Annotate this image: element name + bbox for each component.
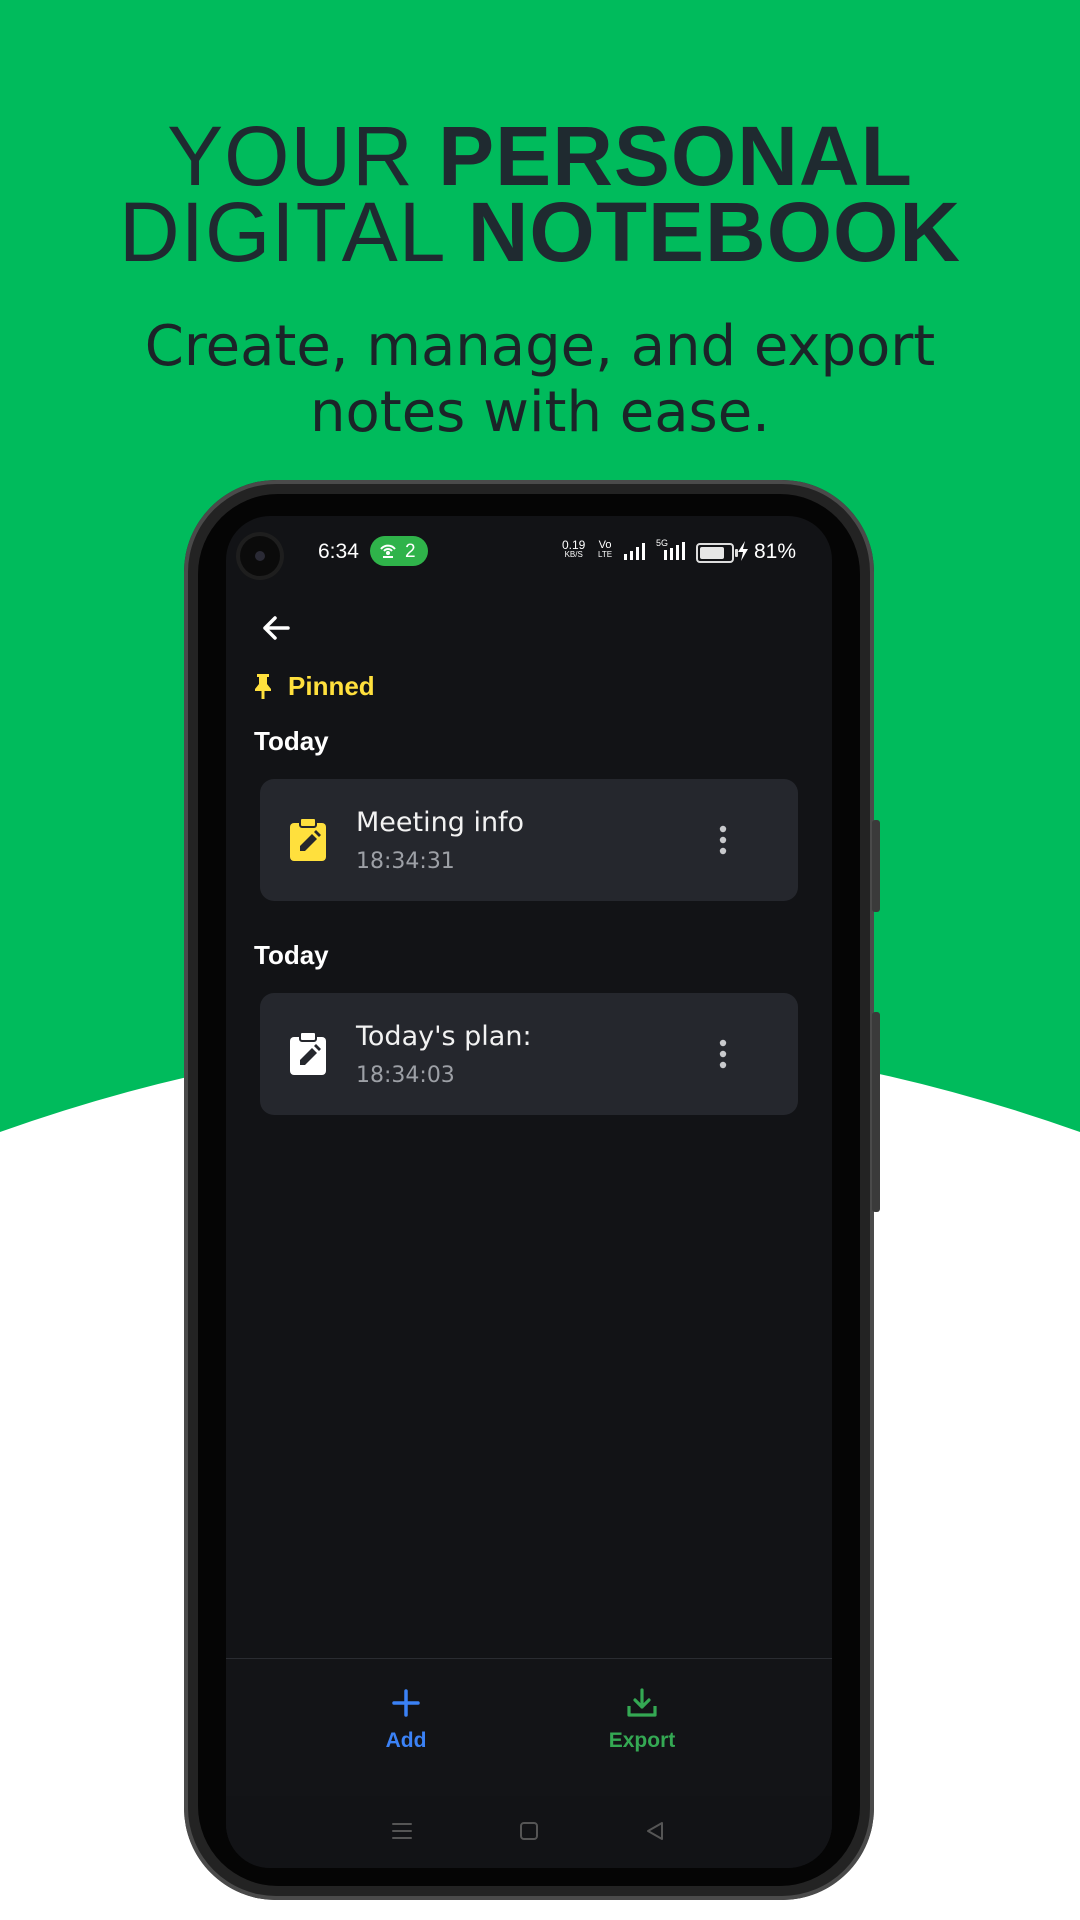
add-label: Add <box>385 1729 427 1752</box>
note-title: Meeting info <box>356 807 525 838</box>
pinned-label: Pinned <box>288 670 375 701</box>
download-icon <box>627 1688 657 1717</box>
section-header-today: Today <box>254 726 329 756</box>
battery-icon <box>696 543 738 563</box>
note-time: 18:34:03 <box>356 1063 455 1088</box>
export-button[interactable]: Export <box>582 1685 702 1775</box>
status-bar: 6:34 2 0.19 KB/S Vo LTE 5G 81% <box>226 516 832 586</box>
phone-volume-button <box>872 820 880 912</box>
net-speed: 0.19 KB/S <box>562 538 586 560</box>
volte-top: Vo <box>598 539 612 551</box>
system-navigation-bar <box>226 1796 832 1868</box>
headline-light-2: DIGITAL <box>118 185 468 279</box>
note-time: 18:34:31 <box>356 849 455 874</box>
signal-bars-icon <box>624 543 645 560</box>
back-triangle-icon[interactable] <box>640 1816 670 1846</box>
note-card[interactable]: Today's plan: 18:34:03 <box>260 993 798 1115</box>
hotspot-count: 2 <box>405 541 416 562</box>
add-button[interactable]: Add <box>346 1685 466 1775</box>
arrow-left-icon[interactable] <box>252 604 300 652</box>
more-vert-icon[interactable] <box>700 1031 746 1077</box>
home-square-icon[interactable] <box>514 1816 544 1846</box>
note-title: Today's plan: <box>356 1021 532 1052</box>
promo-headline: YOUR PERSONAL DIGITAL NOTEBOOK <box>0 114 1080 274</box>
status-time: 6:34 <box>318 540 359 563</box>
battery-percent: 81% <box>754 540 797 563</box>
volte-bottom: LTE <box>598 550 613 559</box>
headline-bold-2: NOTEBOOK <box>467 185 962 279</box>
net-speed-value: 0.19 <box>562 538 586 552</box>
export-label: Export <box>608 1729 676 1752</box>
hotspot-badge: 2 <box>370 536 428 566</box>
pinned-header: Pinned <box>252 666 375 706</box>
more-vert-icon[interactable] <box>700 817 746 863</box>
phone-screen: 6:34 2 0.19 KB/S Vo LTE 5G 81% Pinned To… <box>226 516 832 1868</box>
front-camera <box>240 536 280 576</box>
subtitle-line-2: notes with ease. <box>310 380 770 445</box>
section-header-today: Today <box>254 940 329 970</box>
note-card[interactable]: Meeting info 18:34:31 <box>260 779 798 901</box>
pin-icon <box>255 674 271 699</box>
subtitle-line-1: Create, manage, and export <box>144 314 936 379</box>
hotspot-icon <box>380 544 396 558</box>
clipboard-edit-icon <box>290 1031 326 1075</box>
net-speed-unit: KB/S <box>564 550 583 559</box>
phone-power-button <box>872 1012 880 1212</box>
signal-bars-5g-icon <box>664 542 685 560</box>
plus-icon <box>392 1689 420 1717</box>
volte-indicator: Vo LTE <box>598 540 612 560</box>
clipboard-edit-icon <box>290 817 326 861</box>
charging-bolt-icon <box>738 541 748 561</box>
promo-subtitle: Create, manage, and export notes with ea… <box>0 314 1080 446</box>
battery-fill <box>700 547 725 559</box>
bottom-action-bar: Add Export <box>226 1658 832 1797</box>
menu-icon[interactable] <box>387 1816 417 1846</box>
